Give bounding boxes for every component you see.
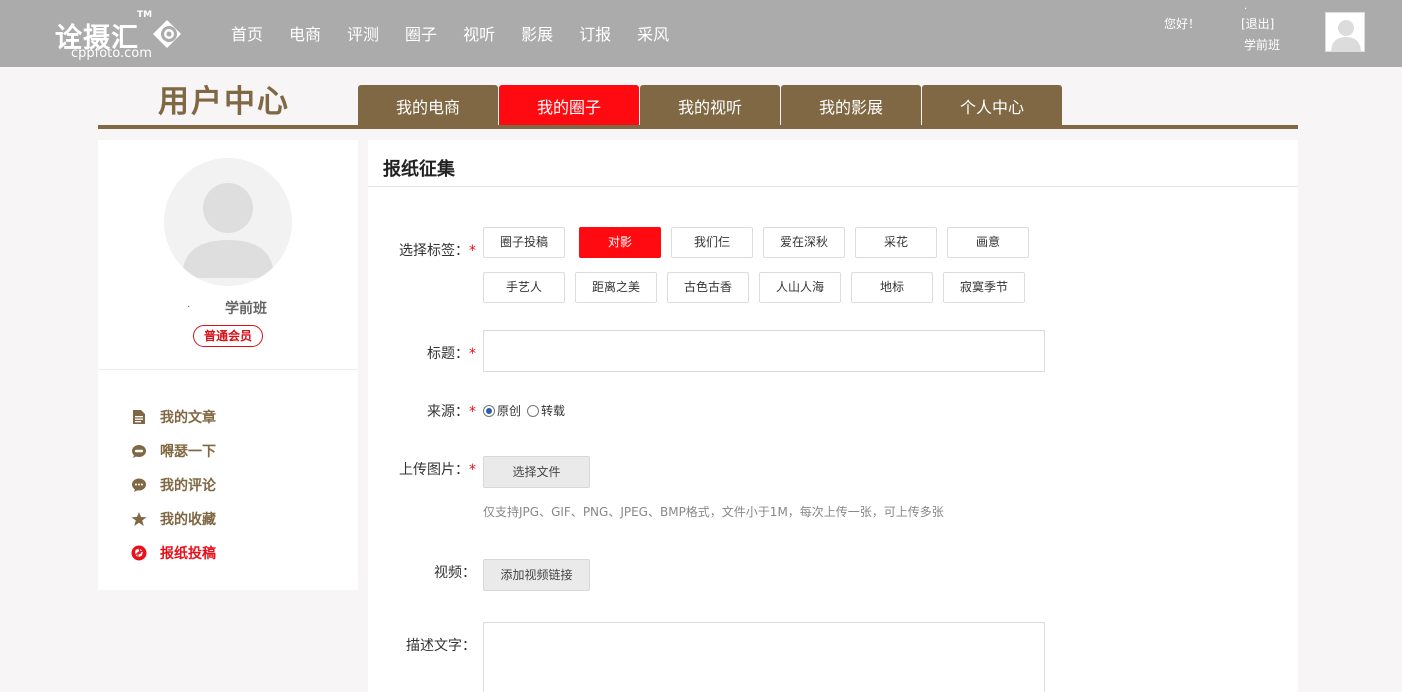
tag-landmark[interactable]: 地标 — [851, 272, 933, 303]
submission-form-panel: 报纸征集 选择标签：* 圈子投稿 对影 我们仨 爱在深秋 采花 画意 手艺人 距… — [368, 140, 1298, 692]
section-divider — [368, 186, 1298, 187]
logo-domain: cppfoto.com — [71, 46, 152, 61]
description-label: 描述文字： — [406, 638, 476, 654]
sidebar-item-label: 我的文章 — [160, 410, 216, 426]
sidebar-item-show-off[interactable]: 嘚瑟一下 — [131, 434, 216, 468]
nav-exhibition[interactable]: 影展 — [521, 24, 553, 46]
user-placeholder-icon — [1326, 13, 1364, 51]
sidebar-item-label: 我的收藏 — [160, 512, 216, 528]
sidebar-item-label: 我的评论 — [160, 478, 216, 494]
title-input[interactable] — [483, 330, 1045, 372]
source-radio-group: 原创 转载 — [483, 402, 571, 419]
tab-my-circle[interactable]: 我的圈子 — [499, 85, 639, 126]
radio-reprint[interactable] — [527, 404, 540, 417]
title-label-text: 标题： — [427, 346, 469, 362]
sidebar-item-my-comments[interactable]: 我的评论 — [131, 468, 216, 502]
tag-circle-submission[interactable]: 圈子投稿 — [483, 227, 565, 258]
upload-label-text: 上传图片： — [399, 462, 469, 478]
tag-lonely-season[interactable]: 寂寞季节 — [943, 272, 1025, 303]
star-icon — [131, 512, 147, 526]
tag-beauty-of-distance[interactable]: 距离之美 — [575, 272, 657, 303]
upload-hint: 仅支持JPG、GIF、PNG、JPEG、BMP格式，文件小于1M，每次上传一张，… — [483, 505, 944, 519]
tab-my-exhibition[interactable]: 我的影展 — [781, 85, 921, 126]
radio-original[interactable] — [483, 404, 495, 417]
member-badge: 普通会员 — [193, 325, 263, 347]
tab-my-audiovisual[interactable]: 我的视听 — [640, 85, 780, 126]
user-center-tabs: 我的电商 我的圈子 我的视听 我的影展 个人中心 — [358, 85, 1063, 126]
source-label: 来源：* — [376, 401, 476, 421]
nav-review[interactable]: 评测 — [347, 24, 379, 46]
tag-craftsman[interactable]: 手艺人 — [483, 272, 565, 303]
choose-file-button[interactable]: 选择文件 — [483, 456, 590, 488]
main-nav: 首页 电商 评测 圈子 视听 影展 订报 采风 — [231, 24, 695, 46]
document-icon — [133, 410, 145, 424]
sidebar-item-my-favorites[interactable]: 我的收藏 — [131, 502, 216, 536]
comment-icon — [132, 478, 146, 492]
radio-reprint-label[interactable]: 转载 — [541, 402, 565, 419]
tag-love-in-autumn[interactable]: 爱在深秋 — [763, 227, 845, 258]
greeting-text: 您好！ — [1164, 17, 1201, 31]
user-placeholder-icon — [164, 158, 292, 286]
nav-circle[interactable]: 圈子 — [405, 24, 437, 46]
header-username[interactable]: 学前班 — [1244, 36, 1280, 53]
radio-original-label[interactable]: 原创 — [497, 402, 521, 419]
sidebar-item-label: 嘚瑟一下 — [160, 444, 216, 460]
sidebar-menu: 我的文章 嘚瑟一下 我的评论 我的收藏 报纸投稿 — [131, 400, 216, 570]
header-avatar[interactable] — [1325, 12, 1365, 52]
video-label: 视频： — [434, 565, 476, 581]
tag-antique[interactable]: 古色古香 — [667, 272, 749, 303]
profile-username: 学前班 — [225, 301, 267, 317]
sidebar-item-newspaper-submission[interactable]: 报纸投稿 — [131, 536, 216, 570]
nav-home[interactable]: 首页 — [231, 24, 263, 46]
chat-bubble-icon — [132, 445, 146, 458]
header-dot: · — [1244, 4, 1248, 15]
tag-painterly[interactable]: 画意 — [947, 227, 1029, 258]
tabs-underline — [98, 125, 1298, 129]
title-label: 标题：* — [376, 343, 476, 363]
logout-link[interactable]: [退出] — [1241, 15, 1274, 32]
tag-crowds[interactable]: 人山人海 — [759, 272, 841, 303]
upload-label: 上传图片：* — [376, 459, 476, 479]
section-title: 报纸征集 — [383, 159, 455, 180]
required-mark: * — [469, 462, 476, 478]
source-label-text: 来源： — [427, 404, 469, 420]
nav-subscribe[interactable]: 订报 — [579, 24, 611, 46]
tag-flowers[interactable]: 采花 — [855, 227, 937, 258]
sidebar-divider — [98, 369, 358, 370]
sidebar-item-my-articles[interactable]: 我的文章 — [131, 400, 216, 434]
tags-label-text: 选择标签： — [399, 243, 469, 259]
tab-personal-center[interactable]: 个人中心 — [922, 85, 1062, 126]
sidebar-item-label: 报纸投稿 — [160, 546, 216, 562]
description-textarea[interactable] — [483, 622, 1045, 692]
tab-my-ecommerce[interactable]: 我的电商 — [358, 85, 498, 126]
top-header: 诠摄汇 TM cppfoto.com 首页 电商 评测 圈子 视听 影展 订报 … — [0, 0, 1402, 67]
site-logo[interactable]: 诠摄汇 TM cppfoto.com — [55, 10, 190, 62]
required-mark: * — [469, 243, 476, 259]
required-mark: * — [469, 404, 476, 420]
profile-sidebar: · 学前班 普通会员 我的文章 嘚瑟一下 我的评论 我的收藏 报纸投稿 — [98, 140, 358, 590]
tags-label: 选择标签：* — [376, 240, 476, 260]
tag-three-of-us[interactable]: 我们仨 — [671, 227, 753, 258]
required-mark: * — [469, 346, 476, 362]
profile-avatar[interactable] — [164, 158, 292, 286]
nav-collect[interactable]: 采风 — [637, 24, 669, 46]
aperture-icon — [131, 545, 147, 561]
camera-lens-icon — [153, 20, 181, 48]
add-video-link-button[interactable]: 添加视频链接 — [483, 559, 590, 591]
nav-audiovisual[interactable]: 视听 — [463, 24, 495, 46]
user-center-title: 用户中心 — [158, 84, 290, 120]
nav-ecommerce[interactable]: 电商 — [289, 24, 321, 46]
tag-shadow-pair[interactable]: 对影 — [579, 227, 661, 258]
